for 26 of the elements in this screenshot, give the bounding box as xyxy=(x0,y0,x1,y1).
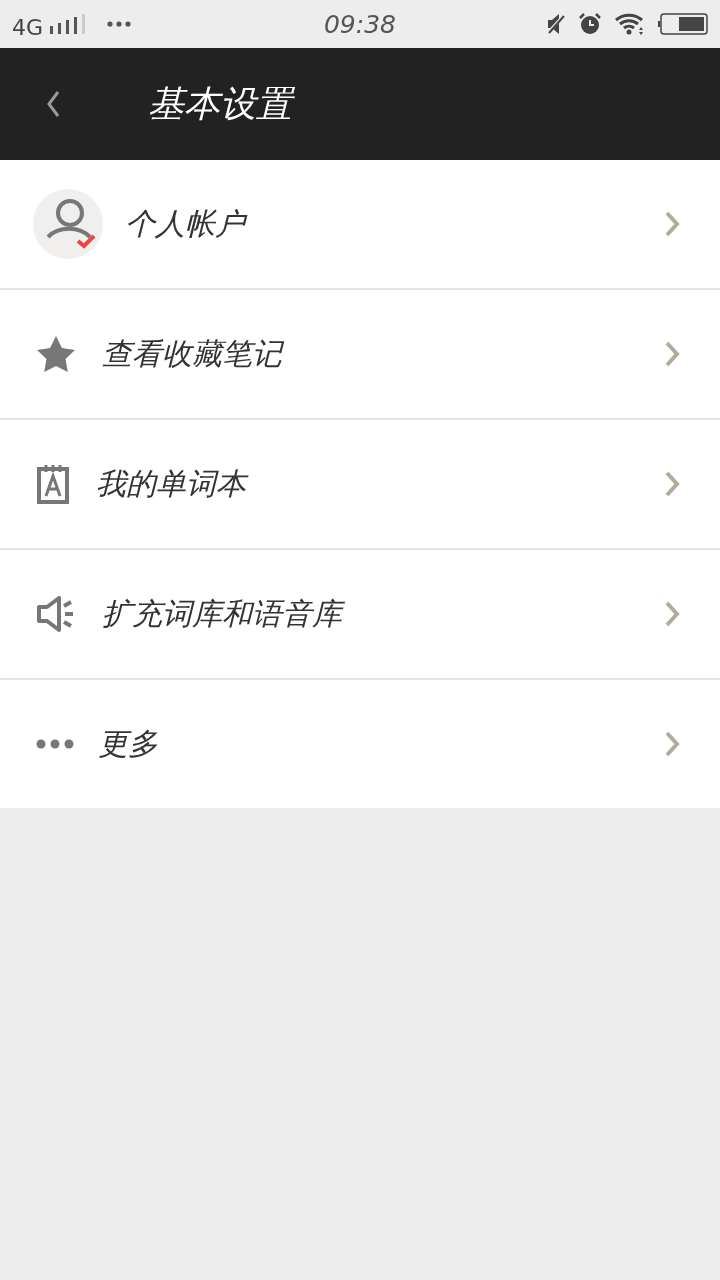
more-icon xyxy=(36,739,74,749)
alarm-icon xyxy=(578,12,602,36)
menu-item[interactable]: 查看收藏笔记 xyxy=(0,290,720,420)
chevron-right-icon xyxy=(664,730,680,758)
menu-label: 查看收藏笔记 xyxy=(102,334,282,373)
menu-label: 更多 xyxy=(98,724,158,763)
menu-item[interactable]: 个人帐户 xyxy=(0,160,720,290)
speaker-icon xyxy=(36,596,76,632)
menu-item[interactable]: 扩充词库和语音库 xyxy=(0,550,720,680)
mute-icon xyxy=(546,13,566,35)
chevron-right-icon xyxy=(664,470,680,498)
signal-icon xyxy=(49,14,86,34)
user-avatar-icon xyxy=(33,189,103,259)
back-icon[interactable] xyxy=(46,90,60,118)
network-label: 4G xyxy=(12,14,44,40)
more-icon xyxy=(107,21,132,27)
chevron-right-icon xyxy=(664,210,680,238)
menu-item[interactable]: 更多 xyxy=(0,680,720,808)
star-icon xyxy=(36,335,76,373)
chevron-right-icon xyxy=(664,600,680,628)
wifi-icon xyxy=(614,13,646,35)
menu-item[interactable]: 我的单词本 xyxy=(0,420,720,550)
book-icon xyxy=(36,464,70,504)
clock-time: 09:38 xyxy=(322,9,397,39)
chevron-right-icon xyxy=(664,340,680,368)
battery-icon xyxy=(658,13,708,35)
